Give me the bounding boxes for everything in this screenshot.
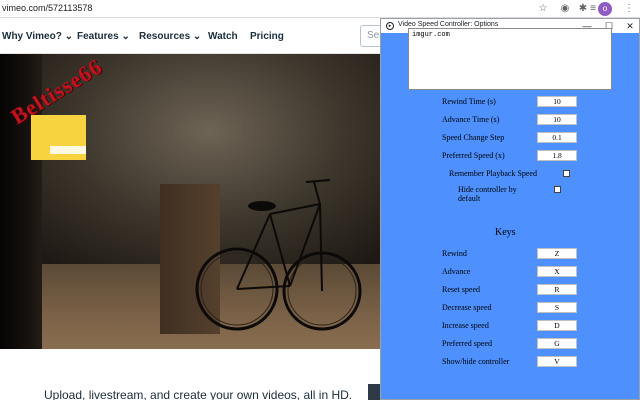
key-show-hide-input[interactable]: V [537,356,577,367]
speed-step-input[interactable]: 0.1 [537,132,577,143]
window-title: Video Speed Controller: Options [398,21,499,28]
nav-resources[interactable]: Resources ⌄ [139,31,201,42]
hero-video[interactable]: Beltisse66 [0,54,380,349]
key-reset-input[interactable]: R [537,284,577,295]
keys-heading: Keys [495,227,516,238]
label-remember-speed: Remember Playback Speed [449,169,537,178]
hide-controller-checkbox[interactable] [554,186,561,193]
screen: vimeo.com/572113578 ☆ ◉ ✱ ≡ o ⋮ Why Vime… [0,0,640,400]
key-advance-input[interactable]: X [537,266,577,277]
bookmark-star-icon[interactable]: ☆ [536,2,550,16]
label-preferred-speed: Preferred Speed (x) [442,151,505,160]
speed-controller-buttons[interactable] [50,146,86,154]
label-key-decrease: Decrease speed [442,303,492,312]
label-hide-controller: Hide controller by [458,185,517,194]
remember-speed-checkbox[interactable] [563,170,570,177]
label-advance-time: Advance Time (s) [442,115,500,124]
menu-kebab-icon[interactable]: ⋮ [622,2,636,16]
nav-pricing[interactable]: Pricing [250,31,284,42]
nav-watch[interactable]: Watch [208,31,238,42]
preferred-speed-input[interactable]: 1.8 [537,150,577,161]
extension-icon[interactable]: ◉ [558,2,572,16]
label-rewind-time: Rewind Time (s) [442,97,496,106]
label-key-advance: Advance [442,267,471,276]
browser-toolbar: vimeo.com/572113578 ☆ ◉ ✱ ≡ o ⋮ [0,0,640,18]
label-key-increase: Increase speed [442,321,489,330]
label-key-rewind: Rewind [442,249,467,258]
label-key-show-hide: Show/hide controller [442,357,510,366]
app-icon: ▸ [386,22,394,30]
hero-tagline: Upload, livestream, and create your own … [44,388,353,400]
label-key-reset: Reset speed [442,285,480,294]
advance-time-input[interactable]: 10 [537,114,577,125]
label-key-preferred: Preferred speed [442,339,492,348]
nav-why-vimeo[interactable]: Why Vimeo? ⌄ [2,31,73,42]
label-speed-step: Speed Change Step [442,133,505,142]
close-icon[interactable]: ✕ [624,20,636,32]
key-preferred-input[interactable]: G [537,338,577,349]
profile-avatar[interactable]: o [598,2,612,16]
key-rewind-input[interactable]: Z [537,248,577,259]
nav-features[interactable]: Features ⌄ [77,31,130,42]
rewind-time-input[interactable]: 10 [537,96,577,107]
blacklist-textarea[interactable]: imgur.com [408,28,612,90]
address-bar[interactable]: vimeo.com/572113578 [2,3,92,13]
key-increase-input[interactable]: D [537,320,577,331]
label-hide-controller-line2: default [458,194,481,203]
key-decrease-input[interactable]: S [537,302,577,313]
